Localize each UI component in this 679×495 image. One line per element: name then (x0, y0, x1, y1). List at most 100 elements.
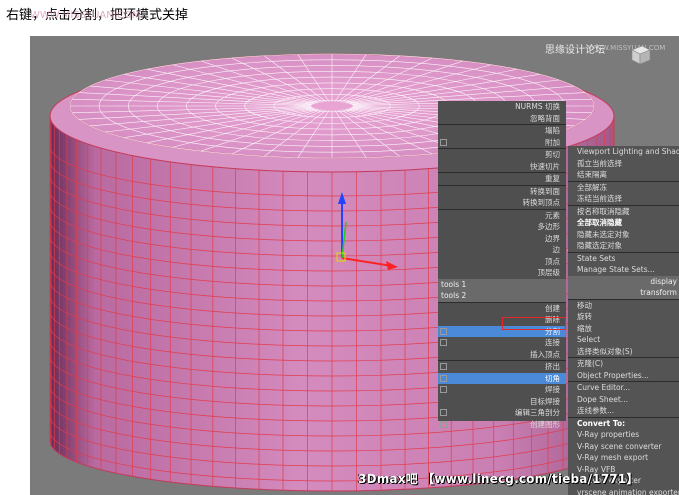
split-highlight-box (502, 317, 566, 330)
right-item[interactable]: Viewport Lighting and Shadows (568, 146, 679, 158)
watermark-text: WWW.MISSYUAN.COM (30, 10, 141, 21)
left-item[interactable]: 多边形 (438, 221, 566, 233)
right-item[interactable]: 全部取消隐藏 (568, 217, 679, 229)
menu-item-label: tools 2 (441, 291, 467, 300)
menu-item-label: Dope Sheet... (577, 394, 628, 404)
menu-item-label: 转换到顶点 (522, 198, 561, 207)
right-item[interactable]: 缩放 (568, 323, 679, 335)
left-item[interactable]: 顶层级 (438, 267, 566, 279)
right-item[interactable]: State Sets (568, 251, 679, 265)
left-item[interactable]: 转换到面 (438, 184, 566, 198)
left-item[interactable]: NURMS 切换 (438, 101, 566, 113)
viewcube-icon[interactable] (628, 44, 652, 66)
menu-item-label: V-Ray mesh export (577, 453, 649, 462)
left-item[interactable]: 转换到顶点 (438, 197, 566, 209)
menu-item-label: 按名称取消隐藏 (577, 206, 630, 216)
left-item[interactable]: 挤出 (438, 360, 566, 373)
left-item[interactable]: tools 2 (438, 290, 582, 302)
left-item[interactable]: 创建 (438, 301, 566, 315)
right-item[interactable]: transform (568, 287, 679, 299)
left-item[interactable]: 编辑三角剖分 (438, 407, 566, 419)
left-item[interactable]: 焊接 (438, 384, 566, 396)
menu-item-label: V-Ray properties (577, 430, 640, 439)
menu-item-label: Select (577, 335, 601, 344)
menu-item-label: 全部解冻 (577, 182, 607, 192)
menu-item-label: 顶层级 (537, 268, 561, 277)
menu-item-label: display (650, 276, 677, 286)
left-item[interactable]: 剪切 (438, 148, 566, 161)
left-item[interactable]: 附加 (438, 137, 566, 149)
right-item[interactable]: 冻结当前选择 (568, 193, 679, 205)
menu-item-label: 元素 (545, 210, 560, 220)
checkbox-icon (440, 374, 447, 382)
right-item[interactable]: Dope Sheet... (568, 394, 679, 406)
menu-item-label: State Sets (577, 253, 616, 263)
menu-item-label: 快速切片 (530, 161, 560, 171)
menu-item-label: 边界 (545, 233, 560, 243)
left-item[interactable]: 插入顶点 (438, 349, 566, 361)
left-item[interactable]: 创建图形 (438, 419, 566, 431)
right-item[interactable]: 连线参数... (568, 405, 679, 417)
footer-credit: 3Dmax吧 【www.linecg.com/tieba/1771】 (358, 472, 639, 486)
left-item[interactable]: 元素 (438, 208, 566, 222)
menu-item-label: 缩放 (577, 323, 592, 333)
right-item[interactable]: V-Ray properties (568, 429, 679, 441)
left-item[interactable]: 重复 (438, 172, 566, 185)
right-item[interactable]: Convert To: (568, 416, 679, 430)
menu-item-label: 连接 (545, 338, 560, 347)
menu-item-label: 孤立当前选择 (577, 158, 622, 168)
right-item[interactable]: Object Properties... (568, 370, 679, 382)
menu-item-label: 顶点 (545, 256, 560, 266)
3d-viewport[interactable]: 思缘设计论坛 WWW.MISSYUAN.COM NURMS 切换 忽略背面 塌陷 附加… (30, 36, 679, 495)
left-item[interactable]: 目标焊接 (438, 396, 566, 408)
menu-item-label: 编辑三角剖分 (515, 408, 560, 417)
menu-item-label: 塌陷 (545, 126, 560, 135)
menu-item-label: 全部取消隐藏 (577, 218, 622, 227)
right-item[interactable]: 孤立当前选择 (568, 158, 679, 170)
menu-item-label: 创建 (545, 303, 560, 313)
right-item[interactable]: 移动 (568, 298, 679, 312)
menu-item-label: 移动 (577, 300, 592, 310)
right-item[interactable]: 克隆(C) (568, 357, 679, 370)
menu-item-label: 冻结当前选择 (577, 194, 622, 203)
menu-item-label: Convert To: (577, 418, 626, 428)
right-item[interactable]: vrscene animation exporter (568, 487, 679, 495)
menu-item-label: 连线参数... (577, 406, 615, 415)
menu-item-label: tools 1 (441, 279, 467, 289)
left-item[interactable]: 边界 (438, 233, 566, 245)
left-item[interactable]: 边✓ (438, 244, 574, 256)
left-item[interactable]: 连接 (438, 337, 566, 349)
right-item[interactable]: V-Ray mesh export (568, 452, 679, 464)
menu-item-label: transform (640, 288, 677, 297)
menu-item-label: Object Properties... (577, 370, 649, 380)
right-item[interactable]: V-Ray scene converter (568, 441, 679, 453)
menu-item-label: 结束隔离 (577, 170, 607, 179)
menu-item-label: 焊接 (545, 385, 560, 394)
right-item[interactable]: 全部解冻 (568, 180, 679, 194)
menu-item-label: 目标焊接 (530, 396, 560, 406)
left-item[interactable]: 切角 (438, 372, 566, 384)
menu-item-label: 隐藏未选定对象 (577, 229, 630, 239)
watermark-text-right: WWW.MISSYUAN.COM (588, 44, 666, 52)
right-item[interactable]: 旋转 (568, 311, 679, 323)
right-item[interactable]: Manage State Sets... (568, 264, 679, 276)
left-item[interactable]: tools 1 (438, 278, 582, 290)
right-item[interactable]: Select (568, 334, 679, 346)
right-item[interactable]: 隐藏未选定对象 (568, 229, 679, 241)
menu-item-label: 忽略背面 (530, 113, 560, 123)
right-item[interactable]: display (568, 275, 679, 287)
menu-item-label: 附加 (545, 137, 560, 147)
right-item[interactable]: Curve Editor... (568, 381, 679, 394)
right-item[interactable]: 隐藏选定对象 (568, 240, 679, 252)
left-item[interactable]: 快速切片 (438, 161, 566, 173)
right-item[interactable]: 结束隔离 (568, 169, 679, 181)
menu-item-label: vrscene animation exporter (577, 487, 679, 495)
right-item[interactable]: 选择类似对象(S) (568, 346, 679, 358)
menu-item-label: 选择类似对象(S) (577, 346, 633, 356)
left-item[interactable]: 塌陷 (438, 124, 566, 137)
checkbox-icon (440, 363, 447, 370)
right-item[interactable]: 按名称取消隐藏 (568, 204, 679, 218)
menu-item-label: 隐藏选定对象 (577, 241, 622, 250)
left-item[interactable]: 忽略背面 (438, 113, 566, 125)
left-item[interactable]: 顶点 (438, 256, 566, 268)
